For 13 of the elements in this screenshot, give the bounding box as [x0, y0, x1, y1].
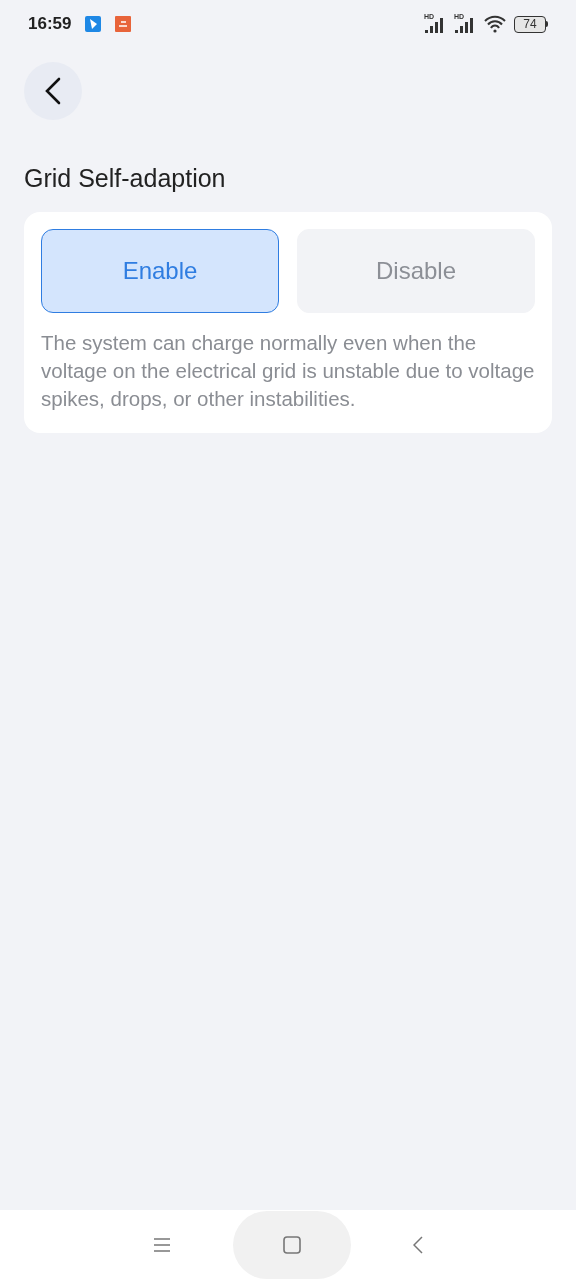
status-time: 16:59 [28, 13, 72, 36]
battery-icon: 74 [514, 15, 548, 33]
page-title: Grid Self-adaption [23, 163, 227, 194]
back-icon [45, 77, 61, 105]
app-icon [115, 16, 132, 32]
description-text: The system can charge normally even when the voltage on the electrical grid is unstable due to voltage spikes, drops, or other instabilities. [41, 329, 535, 412]
option-button[interactable]: Disable [297, 228, 535, 313]
square-icon [283, 1236, 301, 1254]
menu-icon[interactable] [153, 1238, 171, 1252]
back-icon[interactable] [413, 1236, 423, 1254]
wifi-icon [484, 15, 506, 33]
app-icon [85, 16, 102, 32]
option-button[interactable]: Enable [41, 228, 279, 313]
